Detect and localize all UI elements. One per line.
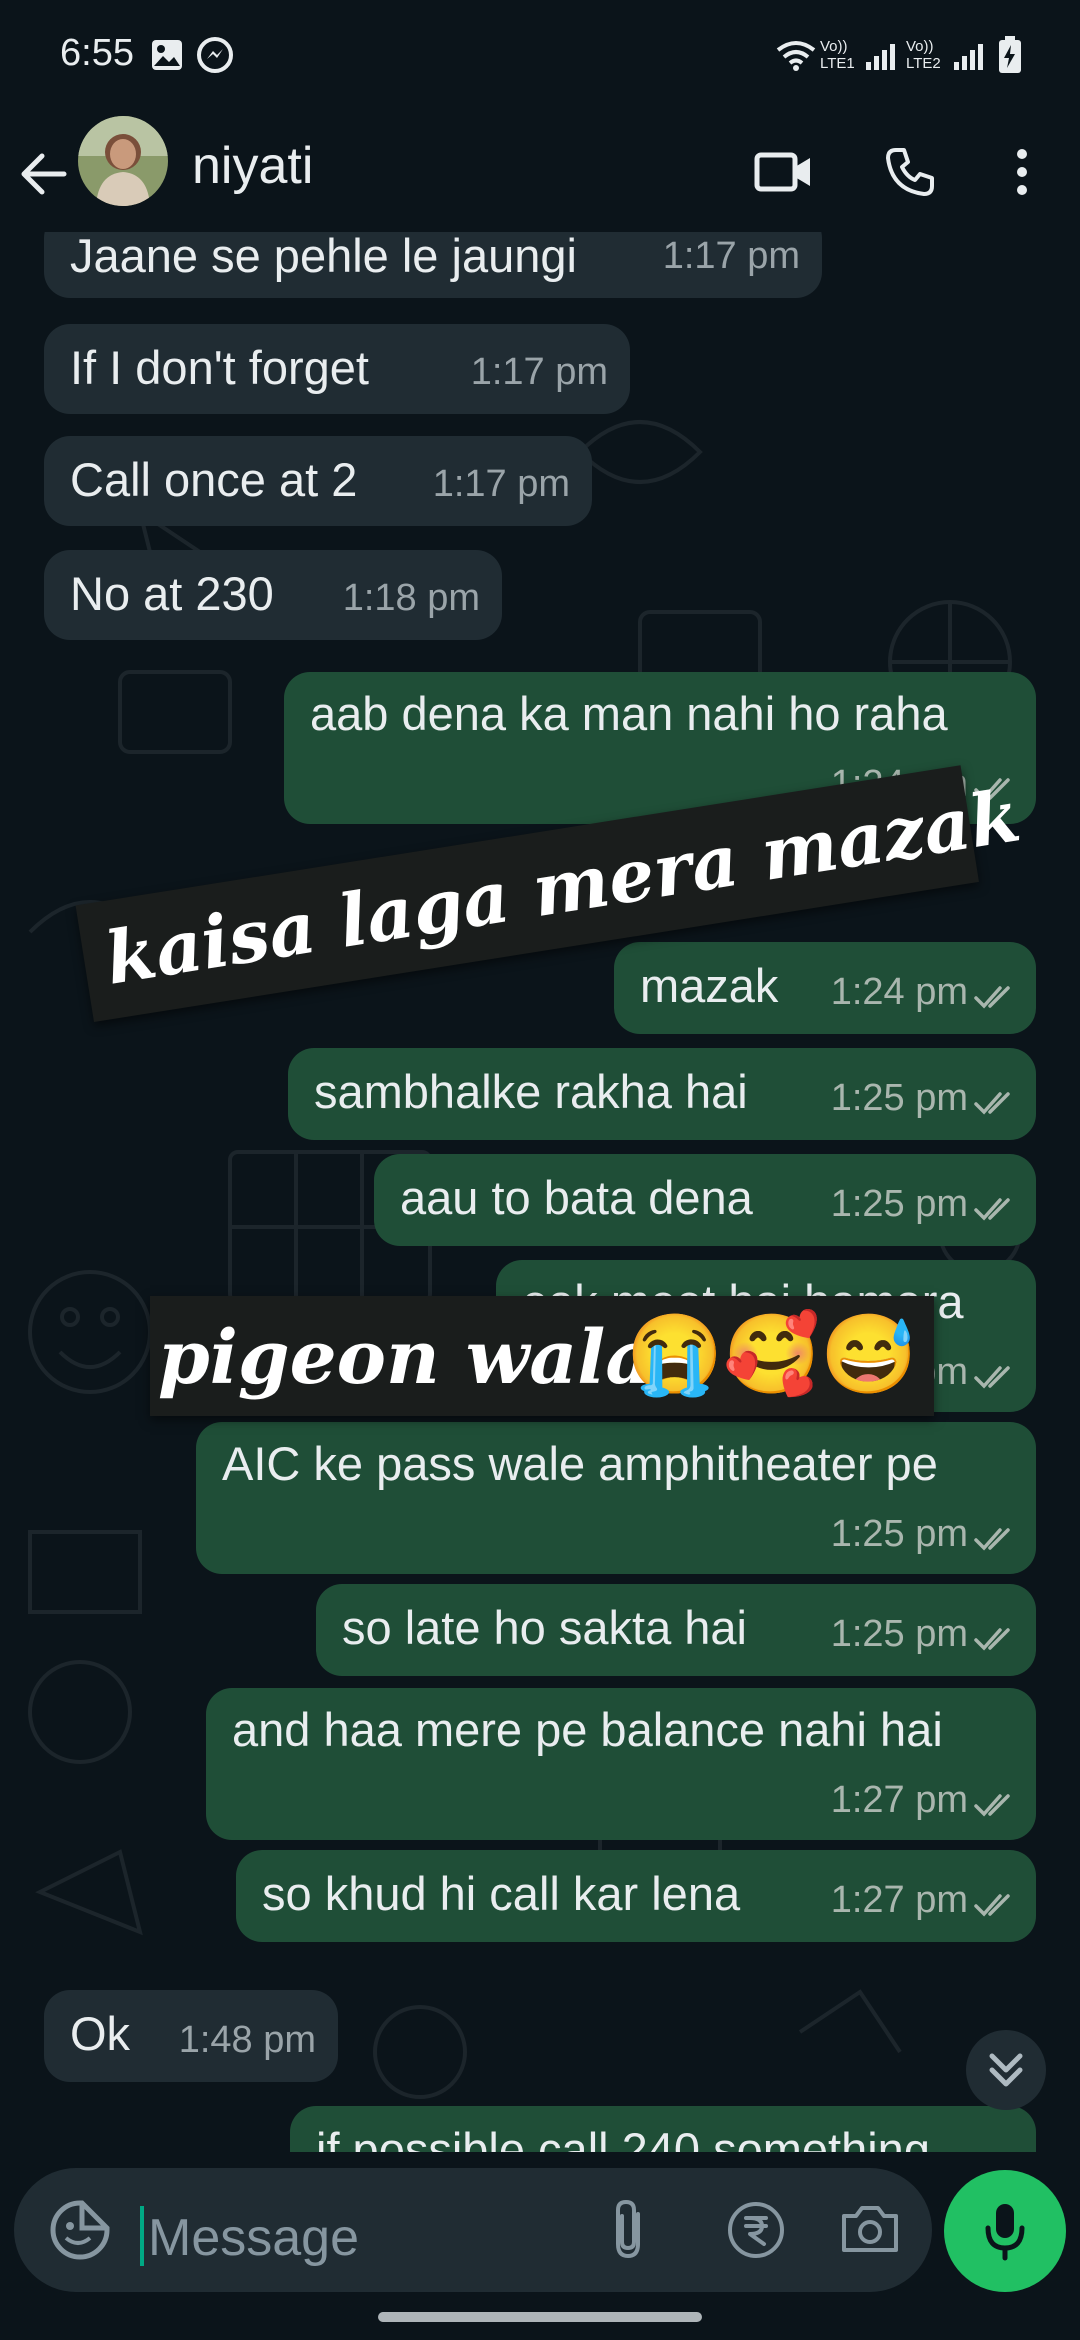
message-list[interactable]: Jaane se pehle le jaungi 1:17 pm If I don'… bbox=[0, 232, 1080, 2152]
back-arrow-icon bbox=[21, 153, 67, 195]
double-check-icon bbox=[974, 1794, 1010, 1817]
whatsapp-chat-screen: 6:55 Vo)) LTE1 Vo)) LTE2 niyati Jaane se… bbox=[0, 0, 1080, 2340]
sticker-text: pigeon wala bbox=[158, 1315, 654, 1401]
double-check-icon bbox=[974, 1628, 1010, 1651]
sim2-label: Vo)) LTE2 bbox=[906, 38, 941, 72]
double-check-icon bbox=[974, 1198, 1010, 1221]
outgoing-message[interactable]: aau to bata dena 1:25 pm bbox=[374, 1154, 1036, 1246]
message-text: Ok bbox=[70, 2007, 131, 2060]
message-time: 1:17 pm bbox=[432, 463, 570, 505]
camera-icon[interactable] bbox=[840, 2200, 900, 2261]
double-check-icon bbox=[974, 1894, 1010, 1917]
contact-name[interactable]: niyati bbox=[192, 136, 313, 196]
home-indicator[interactable] bbox=[378, 2312, 702, 2322]
message-text: so late ho sakta hai bbox=[342, 1601, 747, 1654]
avatar[interactable] bbox=[78, 116, 168, 206]
message-text: aab dena ka man nahi ho raha bbox=[310, 687, 948, 740]
voice-call-button[interactable] bbox=[872, 134, 948, 210]
message-text: Call once at 2 bbox=[70, 453, 358, 506]
message-time: 1:17 pm bbox=[470, 351, 608, 393]
status-bar: 6:55 Vo)) LTE1 Vo)) LTE2 bbox=[0, 0, 1080, 112]
more-vert-icon bbox=[1017, 149, 1027, 195]
outgoing-message[interactable]: and haa mere pe balance nahi hai 1:27 pm bbox=[206, 1688, 1036, 1840]
sticker-pigeon-wala[interactable]: pigeon wala 😭🥰😅 bbox=[150, 1296, 934, 1416]
message-text: and haa mere pe balance nahi hai bbox=[232, 1703, 943, 1756]
sticker-icon[interactable] bbox=[48, 2198, 112, 2267]
incoming-message[interactable]: Jaane se pehle le jaungi 1:17 pm bbox=[44, 232, 822, 298]
message-text: mazak bbox=[640, 959, 779, 1012]
message-text: Jaane se pehle le jaungi bbox=[70, 232, 577, 282]
message-text: AIC ke pass wale amphitheater pe bbox=[222, 1437, 938, 1490]
message-time: 1:25 pm bbox=[830, 1183, 968, 1225]
battery-charging-icon bbox=[998, 36, 1022, 79]
message-time: 1:18 pm bbox=[342, 577, 480, 619]
outgoing-message[interactable]: sambhalke rakha hai 1:25 pm bbox=[288, 1048, 1036, 1140]
status-time: 6:55 bbox=[60, 32, 134, 74]
double-check-icon bbox=[974, 986, 1010, 1009]
outgoing-message[interactable]: AIC ke pass wale amphitheater pe 1:25 pm bbox=[196, 1422, 1036, 1574]
outgoing-message[interactable]: mazak 1:24 pm bbox=[614, 942, 1036, 1034]
phone-icon bbox=[886, 148, 934, 196]
signal-icon bbox=[952, 42, 984, 77]
message-time: 1:25 pm bbox=[830, 1613, 968, 1655]
message-time: 1:27 pm bbox=[830, 1879, 968, 1921]
message-text: if possible call 240 something bbox=[316, 2123, 930, 2152]
message-time: 1:25 pm bbox=[830, 1513, 968, 1555]
message-time: 1:48 pm bbox=[178, 2019, 316, 2061]
gallery-icon bbox=[150, 38, 184, 77]
message-text: aau to bata dena bbox=[400, 1171, 753, 1224]
signal-icon bbox=[864, 42, 896, 77]
double-check-icon bbox=[974, 1366, 1010, 1389]
back-button[interactable] bbox=[14, 142, 78, 206]
wifi-icon bbox=[776, 40, 816, 77]
message-text: so khud hi call kar lena bbox=[262, 1867, 741, 1920]
message-input[interactable]: Message bbox=[14, 2168, 932, 2292]
message-text: If I don't forget bbox=[70, 341, 369, 394]
more-options-button[interactable] bbox=[984, 134, 1060, 210]
double-chevron-down-icon bbox=[989, 2053, 1023, 2087]
messenger-icon bbox=[196, 36, 234, 79]
video-call-icon bbox=[754, 152, 810, 192]
double-check-icon bbox=[974, 1092, 1010, 1115]
message-time: 1:25 pm bbox=[830, 1077, 968, 1119]
sticker-emojis: 😭🥰😅 bbox=[626, 1309, 918, 1400]
text-cursor bbox=[140, 2206, 144, 2266]
message-time: 1:27 pm bbox=[830, 1779, 968, 1821]
message-text: sambhalke rakha hai bbox=[314, 1065, 748, 1118]
incoming-message[interactable]: Call once at 2 1:17 pm bbox=[44, 436, 592, 526]
outgoing-message[interactable]: if possible call 240 something bbox=[290, 2106, 1036, 2152]
video-call-button[interactable] bbox=[746, 134, 822, 210]
incoming-message[interactable]: No at 230 1:18 pm bbox=[44, 550, 502, 640]
message-text: No at 230 bbox=[70, 567, 274, 620]
sim1-label: Vo)) LTE1 bbox=[820, 38, 855, 72]
incoming-message[interactable]: Ok 1:48 pm bbox=[44, 1990, 338, 2082]
mic-icon bbox=[985, 2204, 1025, 2261]
message-placeholder: Message bbox=[148, 2209, 359, 2267]
chat-header: niyati bbox=[0, 112, 1080, 240]
outgoing-message[interactable]: so khud hi call kar lena 1:27 pm bbox=[236, 1850, 1036, 1942]
message-time: 1:24 pm bbox=[830, 971, 968, 1013]
scroll-to-bottom-button[interactable] bbox=[966, 2030, 1046, 2110]
double-check-icon bbox=[974, 1528, 1010, 1551]
incoming-message[interactable]: If I don't forget 1:17 pm bbox=[44, 324, 630, 414]
message-time: 1:17 pm bbox=[662, 235, 800, 277]
rupee-icon[interactable] bbox=[724, 2198, 788, 2267]
attach-icon[interactable] bbox=[608, 2198, 648, 2267]
outgoing-message[interactable]: so late ho sakta hai 1:25 pm bbox=[316, 1584, 1036, 1676]
voice-message-button[interactable] bbox=[944, 2170, 1066, 2292]
